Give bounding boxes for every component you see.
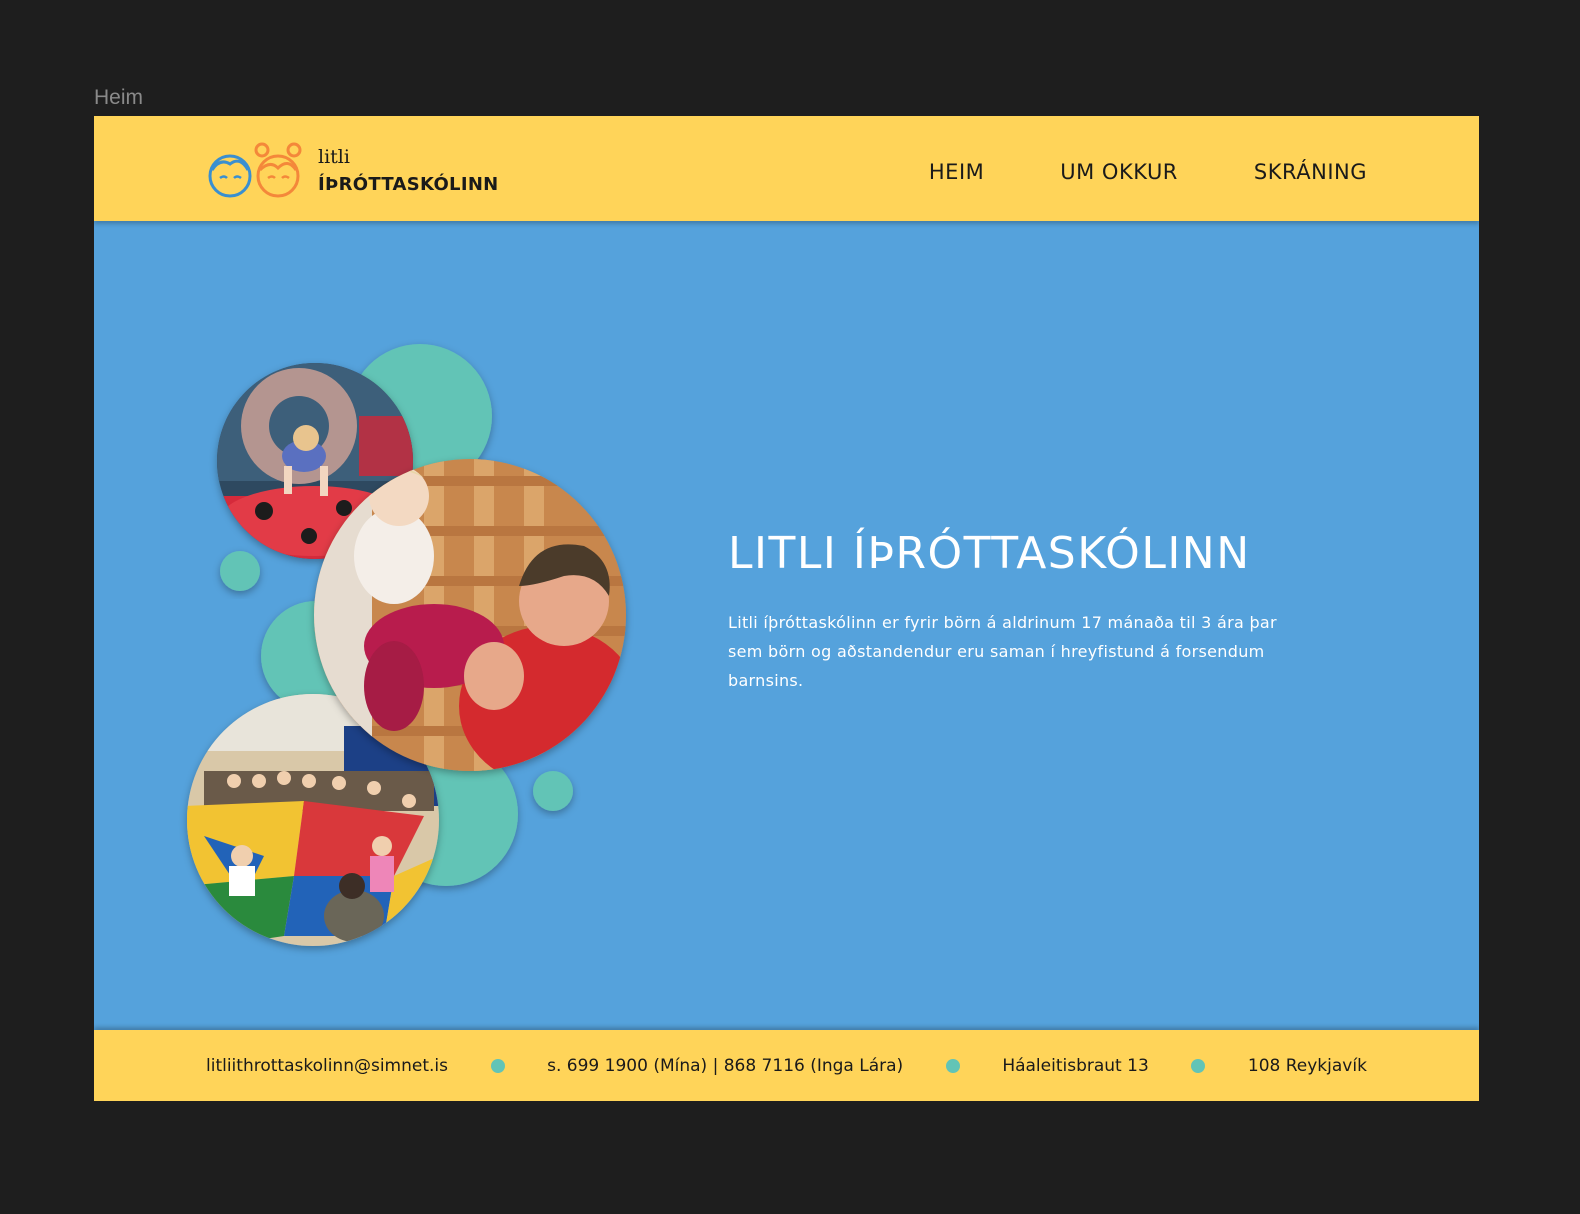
teal-circle — [533, 771, 573, 811]
hero-title: LITLI ÍÞRÓTTASKÓLINN — [728, 528, 1251, 579]
footer-email[interactable]: litliithrottaskolinn@simnet.is — [206, 1056, 448, 1076]
footer-city: 108 Reykjavík — [1247, 1055, 1367, 1076]
nav-item-heim[interactable]: HEIM — [929, 160, 984, 184]
footer-street: Háaleitisbraut 13 — [1002, 1055, 1149, 1076]
site-header: litli ÍÞRÓTTASKÓLINN HEIM UM OKKUR SKRÁN… — [94, 116, 1479, 221]
nav-item-skraning[interactable]: SKRÁNING — [1254, 160, 1367, 184]
logo-small-text: litli — [318, 146, 350, 168]
page-frame: litli ÍÞRÓTTASKÓLINN HEIM UM OKKUR SKRÁN… — [94, 116, 1479, 1101]
site-logo[interactable]: litli ÍÞRÓTTASKÓLINN — [206, 138, 526, 202]
footer-separator-dot — [945, 1058, 960, 1073]
footer-separator-dot — [490, 1058, 505, 1073]
frame-label: Heim — [94, 86, 144, 109]
main-nav: HEIM UM OKKUR SKRÁNING — [929, 116, 1367, 221]
hero-description: Litli íþróttaskólinn er fyrir börn á ald… — [728, 613, 1277, 690]
footer-phone: s. 699 1900 (Mína) | 868 7116 (Inga Lára… — [547, 1055, 904, 1076]
logo-big-text: ÍÞRÓTTASKÓLINN — [318, 174, 499, 195]
nav-item-um-okkur[interactable]: UM OKKUR — [1060, 160, 1178, 184]
site-footer: litliithrottaskolinn@simnet.is s. 699 19… — [94, 1030, 1479, 1101]
footer-separator-dot — [1191, 1058, 1206, 1073]
teal-circle — [220, 551, 260, 591]
kids-faces-icon — [208, 142, 302, 198]
